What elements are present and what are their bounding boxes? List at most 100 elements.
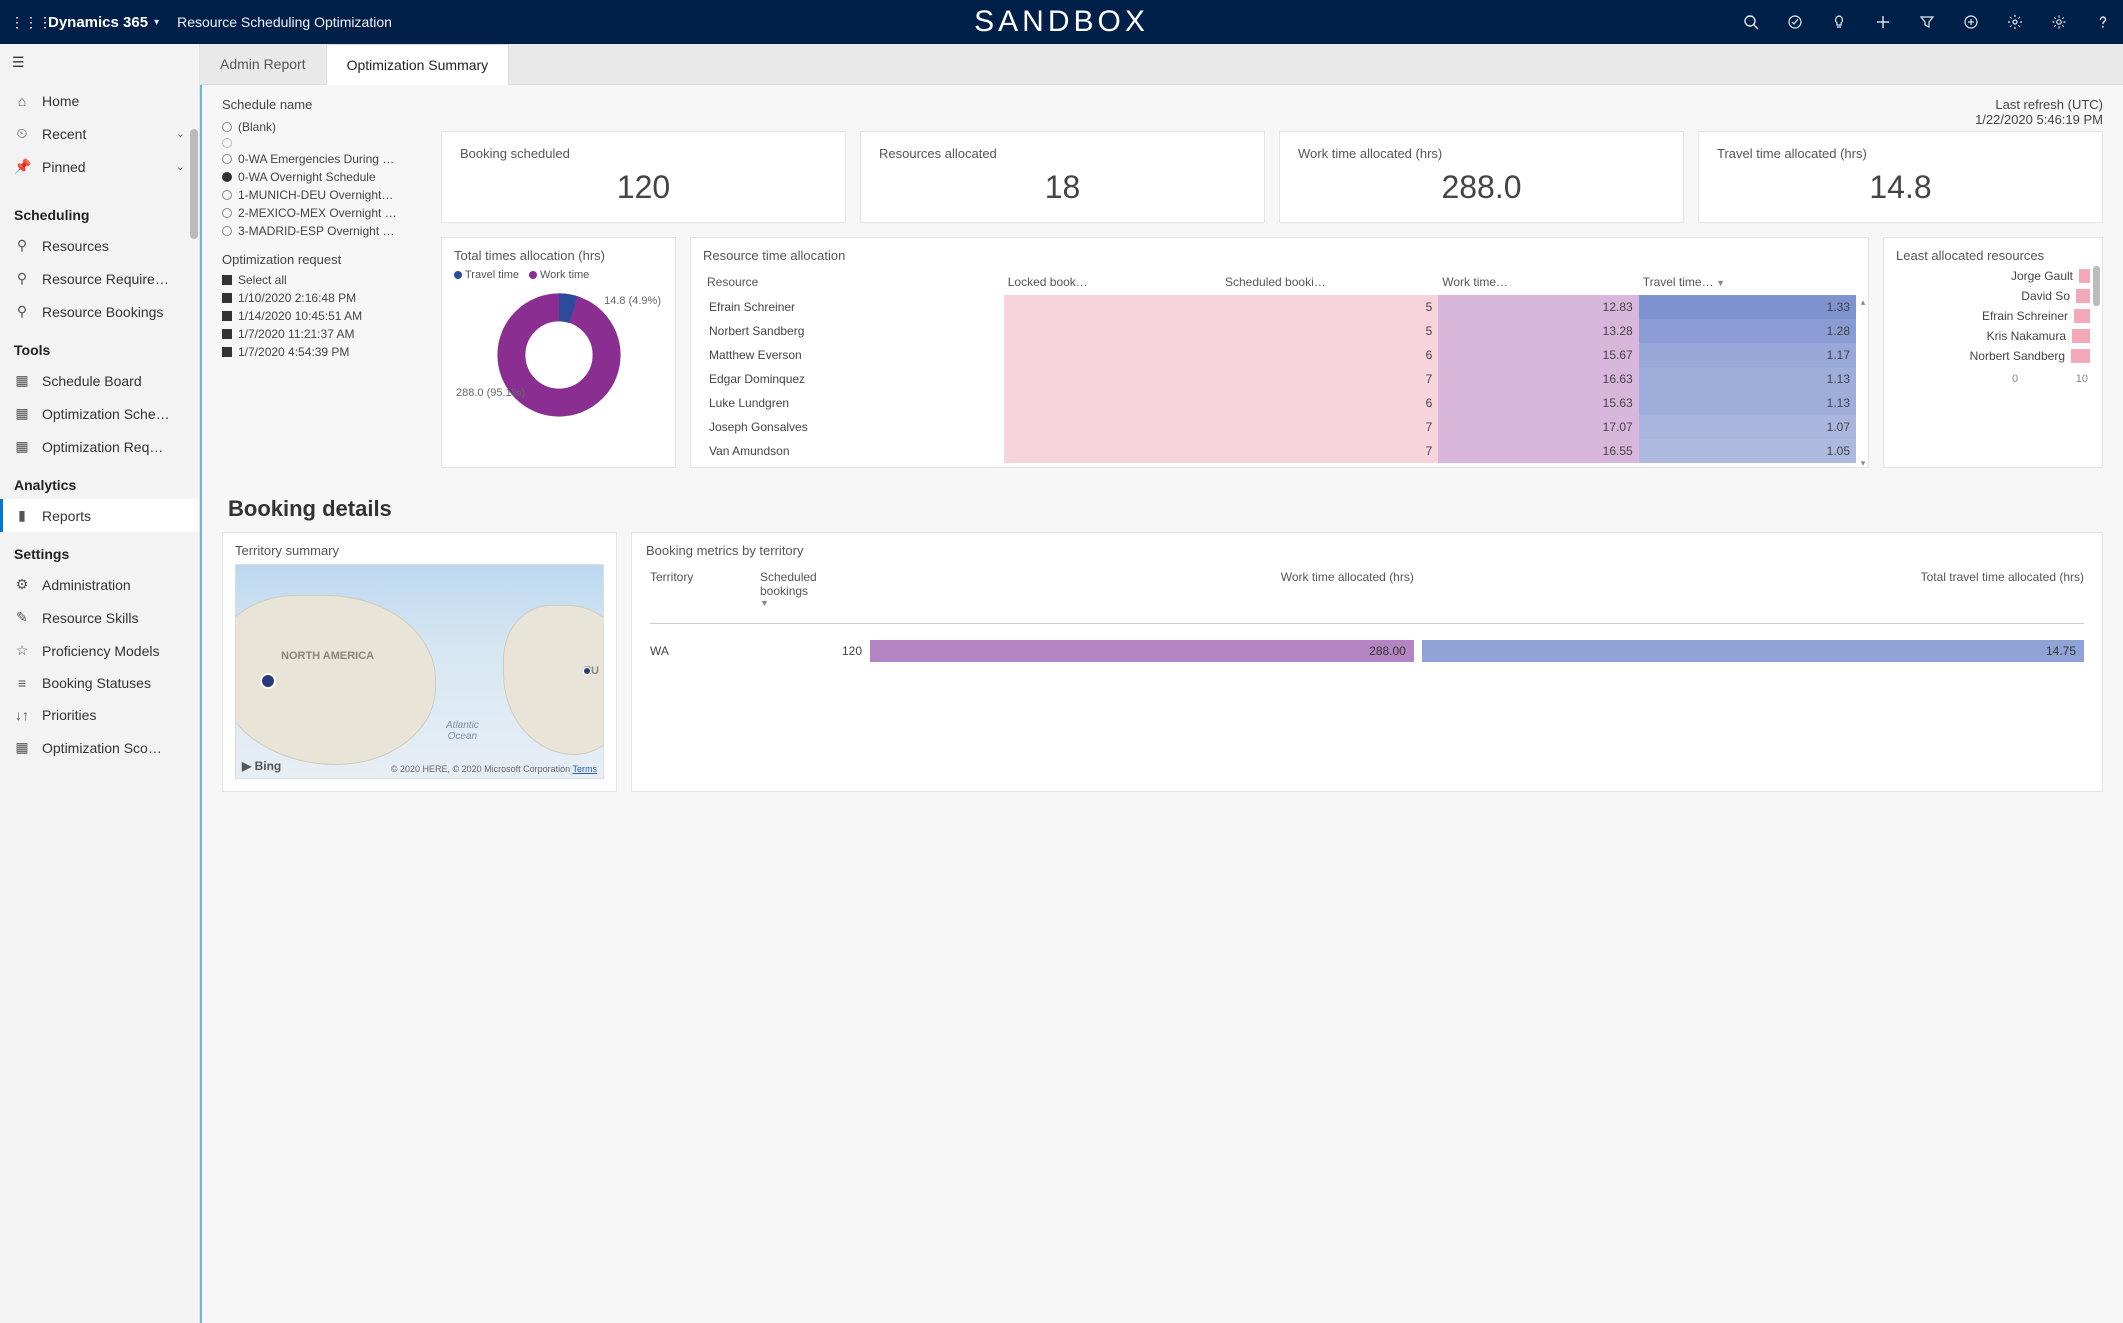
sidebar-item-schedule-board[interactable]: ▦Schedule Board [0,364,199,397]
nav-label: Optimization Req… [42,439,163,455]
table-row[interactable]: Matthew Everson615.671.17 [703,343,1856,367]
sidebar-toggle-icon[interactable]: ☰ [0,44,199,81]
table-col-header[interactable]: Resource [703,269,1004,295]
kpi-card: Booking scheduled120 [441,131,846,223]
map-pin-eu[interactable] [583,667,591,675]
sidebar: ☰ ⌂Home⏲Recent⌄📌Pinned⌄ Scheduling⚲Resou… [0,44,200,1323]
metrics-col-header[interactable]: Work time allocated (hrs) [866,564,1418,614]
brand-caret-icon[interactable]: ▾ [154,17,159,28]
table-row[interactable]: Joseph Gonsalves717.071.07 [703,415,1856,439]
sidebar-item-optimization-schedules[interactable]: ▦Optimization Sche… [0,397,199,430]
sidebar-item-proficiency-models[interactable]: ☆Proficiency Models [0,634,199,667]
optrequest-filter-item[interactable]: 1/14/2020 10:45:51 AM [222,307,427,325]
sidebar-item-home[interactable]: ⌂Home [0,85,199,117]
settings-advanced-icon[interactable] [2005,12,2025,32]
schedule-filter-item[interactable]: (Blank) [222,118,427,136]
optrequest-filter-item[interactable]: Select all [222,271,427,289]
checkbox-icon [222,311,232,321]
add-icon[interactable] [1873,12,1893,32]
add-circle-icon[interactable] [1961,12,1981,32]
least-bar-row[interactable]: David So [1896,289,2090,303]
table-row[interactable]: Luke Lundgren615.631.13 [703,391,1856,415]
sidebar-item-pinned[interactable]: 📌Pinned⌄ [0,150,199,183]
nav-icon: ▦ [14,372,30,389]
booking-metrics-card: Booking metrics by territory TerritorySc… [631,532,2103,792]
legend-label-travel: Travel time [465,269,519,281]
least-bar-label: Jorge Gault [1963,269,2073,283]
sidebar-section-title: Settings [0,532,199,568]
territory-map[interactable]: NORTH AMERICA EU Atlantic Ocean ▶ Bing ©… [235,564,604,779]
search-icon[interactable] [1741,12,1761,32]
metrics-col-header[interactable]: Scheduled bookings [756,564,866,614]
sidebar-item-optimization-scopes[interactable]: ▦Optimization Sco… [0,731,199,764]
sidebar-item-booking-statuses[interactable]: ≡Booking Statuses [0,667,199,699]
sidebar-item-resource-skills[interactable]: ✎Resource Skills [0,601,199,634]
sidebar-item-resource-bookings[interactable]: ⚲Resource Bookings [0,295,199,328]
metrics-row[interactable]: WA120288.0014.75 [646,633,2088,669]
optrequest-filter-label: 1/10/2020 2:16:48 PM [238,291,356,305]
map-terms-link[interactable]: Terms [573,764,598,774]
schedule-filter-item[interactable]: 0-WA Emergencies During … [222,150,427,168]
kpi-label: Booking scheduled [460,146,827,161]
schedule-filter-item[interactable]: 0-WA Overnight Schedule [222,168,427,186]
sidebar-item-resource-requirements[interactable]: ⚲Resource Require… [0,262,199,295]
table-row[interactable]: Efrain Schreiner512.831.33 [703,295,1856,319]
tab-optimization-summary[interactable]: Optimization Summary [326,44,510,85]
least-bar-row[interactable]: Kris Nakamura [1896,329,2090,343]
schedule-filter-item[interactable]: 1-MUNICH-DEU Overnight… [222,186,427,204]
sidebar-item-optimization-requests[interactable]: ▦Optimization Req… [0,430,199,463]
optrequest-filter-item[interactable]: 1/7/2020 4:54:39 PM [222,343,427,361]
kpi-card: Travel time allocated (hrs)14.8 [1698,131,2103,223]
brand[interactable]: Dynamics 365 [48,14,148,31]
gear-icon[interactable] [2049,12,2069,32]
table-col-header[interactable]: Travel time… [1639,269,1856,295]
table-row[interactable]: Edgar Dominquez716.631.13 [703,367,1856,391]
filter-icon[interactable] [1917,12,1937,32]
least-bar-row[interactable]: Norbert Sandberg [1896,349,2090,363]
optrequest-filter-item[interactable]: 1/7/2020 11:21:37 AM [222,325,427,343]
tab-admin-report[interactable]: Admin Report [200,44,326,84]
radio-icon [222,190,232,200]
resource-table-scrollbar[interactable]: ▴ ▾ [1858,297,1868,463]
schedule-filter-label: 3-MADRID-ESP Overnight … [238,224,395,238]
metrics-col-header[interactable]: Total travel time allocated (hrs) [1418,564,2088,614]
sidebar-item-resources[interactable]: ⚲Resources [0,229,199,262]
table-col-header[interactable]: Scheduled booki… [1221,269,1438,295]
sidebar-item-priorities[interactable]: ↓↑Priorities [0,699,199,731]
help-icon[interactable] [2093,12,2113,32]
table-row[interactable]: Van Amundson716.551.05 [703,439,1856,463]
least-bar-label: Norbert Sandberg [1955,349,2065,363]
map-pin-wa[interactable] [260,673,276,689]
app-launcher-icon[interactable]: ⋮⋮⋮ [10,14,38,31]
sidebar-scrollbar[interactable] [190,129,198,239]
schedule-filter-item[interactable]: 2-MEXICO-MEX Overnight … [222,204,427,222]
least-bar-row[interactable]: Jorge Gault [1896,269,2090,283]
workspace: Admin ReportOptimization Summary Schedul… [200,44,2123,1323]
nav-label: Priorities [42,707,96,723]
filter-panel: Schedule name (Blank)0-WA Emergencies Du… [222,97,427,361]
table-col-header[interactable]: Work time… [1438,269,1638,295]
schedule-filter-item[interactable] [222,136,427,150]
task-icon[interactable] [1785,12,1805,32]
sidebar-item-reports[interactable]: ▮Reports [0,499,199,532]
metrics-col-header[interactable]: Territory [646,564,756,614]
sidebar-item-recent[interactable]: ⏲Recent⌄ [0,117,199,150]
table-col-header[interactable]: Locked book… [1004,269,1221,295]
legend-label-work: Work time [540,269,589,281]
scroll-up-icon[interactable]: ▴ [1858,297,1868,308]
schedule-filter-item[interactable]: 3-MADRID-ESP Overnight … [222,222,427,240]
sidebar-item-administration[interactable]: ⚙Administration [0,568,199,601]
least-bar [2076,289,2090,303]
least-bar-row[interactable]: Efrain Schreiner [1896,309,2090,323]
least-axis-min: 0 [2012,373,2018,385]
table-row[interactable]: Norbert Sandberg513.281.28 [703,319,1856,343]
lightbulb-icon[interactable] [1829,12,1849,32]
last-refresh-label: Last refresh (UTC) [1975,97,2103,112]
least-bar-label: Kris Nakamura [1956,329,2066,343]
kpi-value: 18 [879,169,1246,206]
scroll-down-icon[interactable]: ▾ [1858,458,1868,469]
least-scrollbar[interactable] [2093,266,2100,306]
kpi-card: Resources allocated18 [860,131,1265,223]
sidebar-section-title: Tools [0,328,199,364]
optrequest-filter-item[interactable]: 1/10/2020 2:16:48 PM [222,289,427,307]
